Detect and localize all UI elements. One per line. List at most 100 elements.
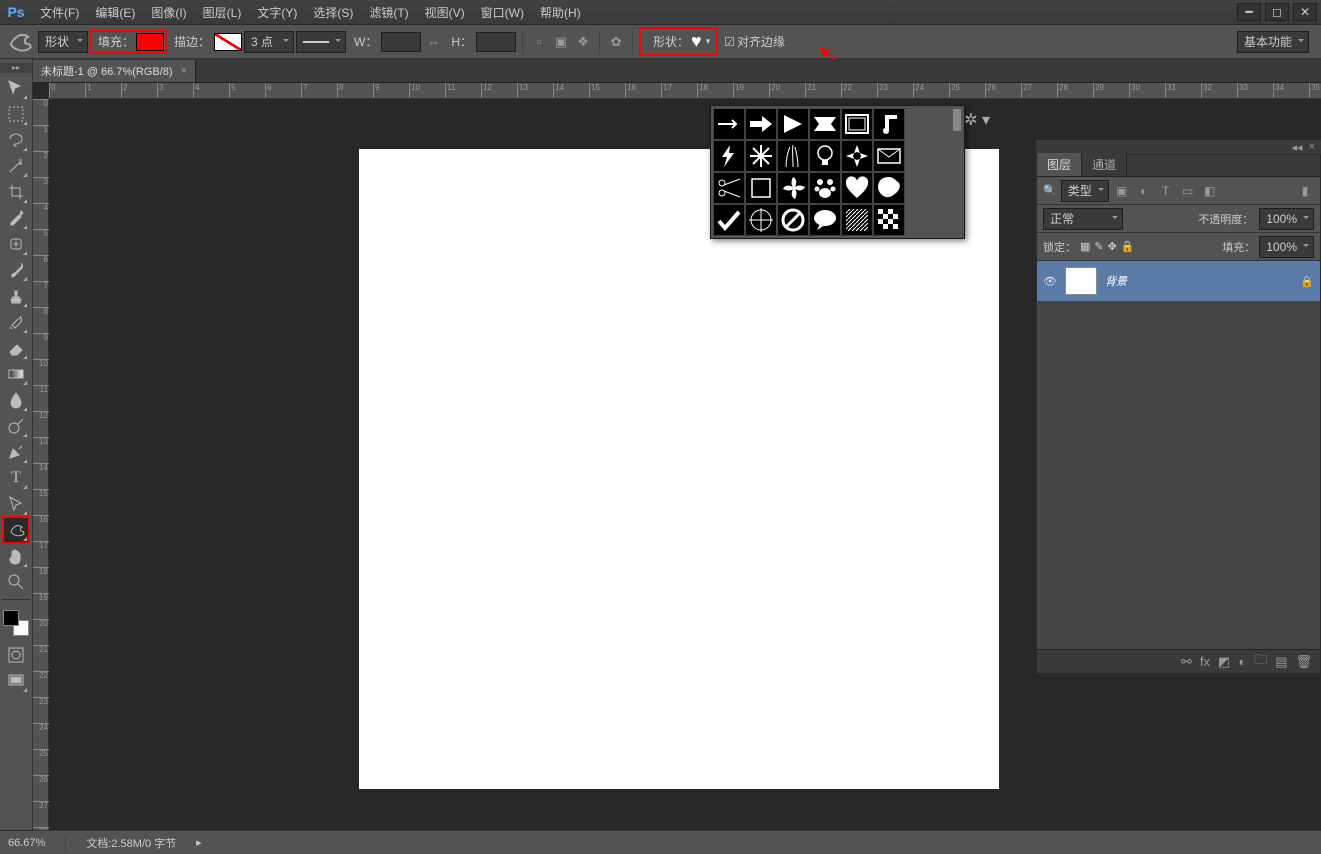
brush-tool[interactable] (4, 258, 28, 282)
mask-icon[interactable]: ◩ (1218, 654, 1230, 670)
fx-icon[interactable]: fx (1200, 654, 1210, 669)
layer-list[interactable]: 👁 背景 🔒 (1037, 261, 1320, 649)
doc-info[interactable]: 文档:2.58M/0 字节 (86, 835, 176, 851)
shape-envelope[interactable] (873, 140, 905, 172)
doc-info-chevron[interactable]: ▸ (196, 836, 202, 849)
menu-window[interactable]: 窗口(W) (473, 0, 532, 25)
shape-square-outline[interactable] (745, 172, 777, 204)
custom-shape-tool-icon[interactable] (4, 29, 36, 55)
filter-image-icon[interactable]: ▣ (1113, 182, 1131, 200)
visibility-icon[interactable]: 👁 (1043, 275, 1057, 288)
tool-mode-dropdown[interactable]: 形状 (38, 31, 88, 53)
shape-bulb[interactable] (809, 140, 841, 172)
width-input[interactable] (381, 32, 421, 52)
layer-name[interactable]: 背景 (1105, 273, 1292, 289)
pen-tool[interactable] (4, 440, 28, 464)
path-ops-icon[interactable]: ▫ (529, 32, 549, 52)
minimize-button[interactable]: ━ (1237, 3, 1261, 21)
shape-dropdown-chevron[interactable]: ▾ (706, 36, 711, 47)
shape-speech[interactable] (809, 204, 841, 236)
shape-arrow-thin[interactable] (713, 108, 745, 140)
eraser-tool[interactable] (4, 336, 28, 360)
gradient-tool[interactable] (4, 362, 28, 386)
shape-arrow-tri[interactable] (777, 108, 809, 140)
blur-tool[interactable] (4, 388, 28, 412)
shape-paw[interactable] (809, 172, 841, 204)
shape-target[interactable] (745, 204, 777, 236)
stroke-style-dropdown[interactable] (296, 31, 346, 53)
blend-mode-dropdown[interactable]: 正常 (1043, 208, 1123, 230)
align-edges-checkbox[interactable]: ☑ (724, 35, 735, 49)
lasso-tool[interactable] (4, 128, 28, 152)
filter-type-icon[interactable]: T (1157, 182, 1175, 200)
stroke-width-dropdown[interactable]: 3 点 (244, 31, 294, 53)
shape-checker[interactable] (873, 204, 905, 236)
menu-type[interactable]: 文字(Y) (249, 0, 305, 25)
menu-select[interactable]: 选择(S) (305, 0, 361, 25)
workspace-dropdown[interactable]: 基本功能 (1237, 31, 1309, 53)
move-tool[interactable] (4, 76, 28, 100)
canvas[interactable] (359, 149, 999, 789)
menu-filter[interactable]: 滤镜(T) (361, 0, 416, 25)
shape-music-note[interactable] (873, 108, 905, 140)
link-layers-icon[interactable]: ⚯ (1181, 654, 1192, 670)
close-tab-icon[interactable]: × (181, 65, 187, 77)
eyedropper-tool[interactable] (4, 206, 28, 230)
delete-layer-icon[interactable]: 🗑 (1295, 654, 1312, 670)
shape-starburst[interactable] (745, 140, 777, 172)
filter-adjust-icon[interactable]: ◐ (1135, 182, 1153, 200)
adjustment-icon[interactable]: ◐ (1238, 654, 1246, 669)
lock-position-icon[interactable]: ✥ (1108, 240, 1117, 253)
layer-filter-dropdown[interactable]: 类型 (1061, 180, 1109, 202)
hand-tool[interactable] (4, 544, 28, 568)
history-brush-tool[interactable] (4, 310, 28, 334)
new-layer-icon[interactable]: ▤ (1275, 654, 1287, 670)
shape-scissors[interactable] (713, 172, 745, 204)
link-wh-icon[interactable]: ⇔ (423, 32, 443, 52)
fill-swatch[interactable] (136, 33, 164, 51)
zoom-level[interactable]: 66.67% (8, 837, 45, 849)
shape-arrow-bold[interactable] (745, 108, 777, 140)
magic-wand-tool[interactable] (4, 154, 28, 178)
marquee-tool[interactable] (4, 102, 28, 126)
menu-view[interactable]: 视图(V) (417, 0, 473, 25)
type-tool[interactable]: T (4, 466, 28, 490)
shape-lightning[interactable] (713, 140, 745, 172)
layer-fill-input[interactable]: 100% (1259, 236, 1314, 258)
shape-grass[interactable] (777, 140, 809, 172)
foreground-color[interactable] (3, 610, 19, 626)
tab-channels[interactable]: 通道 (1082, 153, 1127, 176)
screen-mode-tool[interactable] (4, 669, 28, 693)
arrange-icon[interactable]: ❖ (573, 32, 593, 52)
filter-shape-icon[interactable]: ▭ (1179, 182, 1197, 200)
close-button[interactable]: ✕ (1293, 3, 1317, 21)
color-swatches[interactable] (3, 610, 29, 636)
filter-smart-icon[interactable]: ◧ (1201, 182, 1219, 200)
shape-fleur[interactable] (777, 172, 809, 204)
menu-help[interactable]: 帮助(H) (532, 0, 589, 25)
zoom-tool[interactable] (4, 570, 28, 594)
shape-ribbon[interactable] (809, 108, 841, 140)
menu-edit[interactable]: 编辑(E) (87, 0, 143, 25)
shape-rays[interactable] (841, 140, 873, 172)
shape-frame[interactable] (841, 108, 873, 140)
lock-all-icon[interactable]: 🔒 (1121, 240, 1135, 253)
shape-scrollbar[interactable] (950, 106, 964, 238)
group-icon[interactable]: 🗀 (1254, 651, 1267, 673)
panel-collapse-bar[interactable]: ◂◂× (1036, 140, 1321, 154)
layer-thumbnail[interactable] (1065, 267, 1097, 295)
toolbox-expand[interactable]: ▸▸ (0, 63, 32, 73)
opacity-input[interactable]: 100% (1259, 208, 1314, 230)
filter-toggle[interactable]: ▮ (1296, 182, 1314, 200)
menu-file[interactable]: 文件(F) (32, 0, 87, 25)
shape-heart[interactable] (841, 172, 873, 204)
document-tab[interactable]: 未标题-1 @ 66.7%(RGB/8) × (33, 60, 196, 82)
clone-stamp-tool[interactable] (4, 284, 28, 308)
tab-layers[interactable]: 图层 (1037, 153, 1082, 176)
maximize-button[interactable]: ◻ (1265, 3, 1289, 21)
stroke-swatch[interactable] (214, 33, 242, 51)
path-select-tool[interactable] (4, 492, 28, 516)
menu-layer[interactable]: 图层(L) (195, 0, 250, 25)
shape-check[interactable] (713, 204, 745, 236)
ruler-vertical[interactable]: 0123456789101112131415161718192021222324… (33, 99, 49, 830)
